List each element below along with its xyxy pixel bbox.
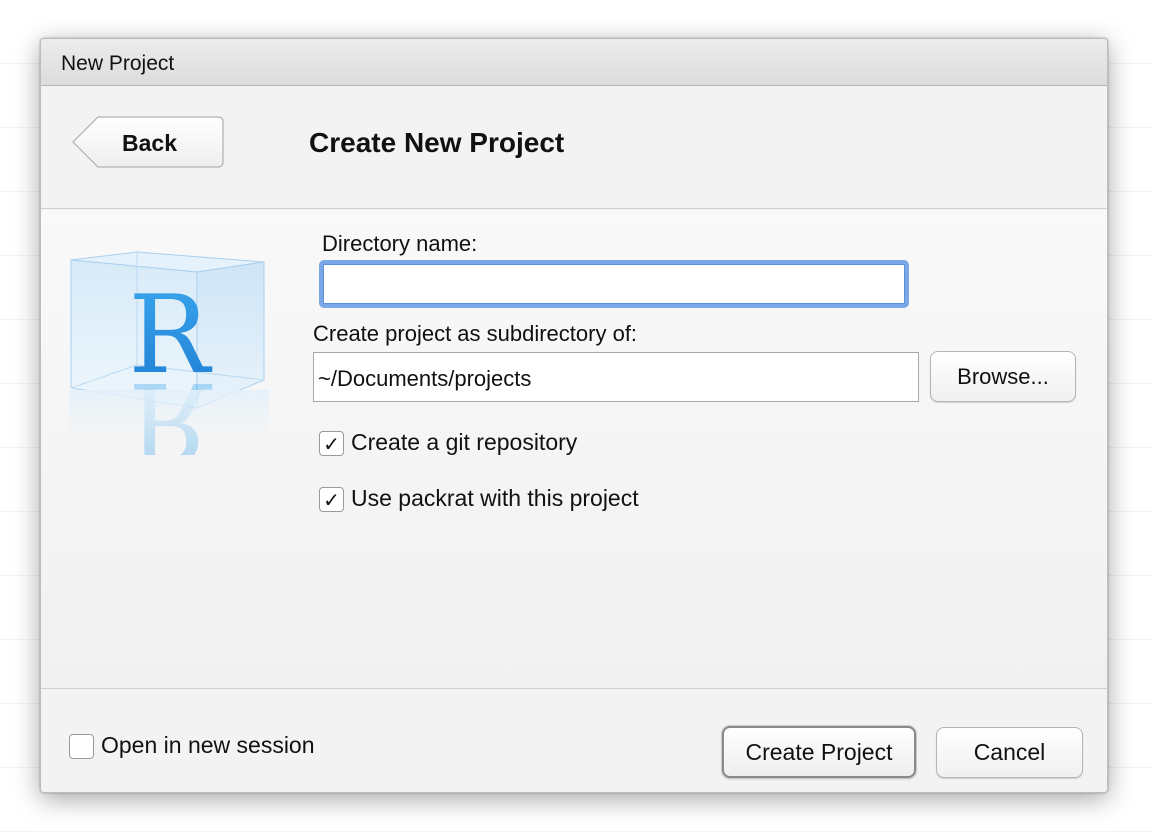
cancel-button[interactable]: Cancel [936, 727, 1083, 778]
dialog-titlebar: New Project [41, 39, 1107, 86]
git-repository-checkbox[interactable]: ✓ [319, 431, 344, 456]
browse-button[interactable]: Browse... [930, 351, 1076, 402]
git-repository-label: Create a git repository [351, 429, 578, 455]
window-title: New Project [61, 52, 175, 75]
new-project-dialog: New Project Back Create New Project R Di… [40, 38, 1108, 793]
packrat-label: Use packrat with this project [351, 485, 639, 511]
subdirectory-path-field[interactable]: ~/Documents/projects [313, 352, 919, 402]
directory-name-label: Directory name: [322, 231, 478, 256]
packrat-option[interactable]: ✓ Use packrat with this project [319, 485, 699, 513]
checkmark-icon: ✓ [323, 432, 340, 456]
page-title: Create New Project [309, 127, 565, 158]
open-new-session-checkbox[interactable] [69, 734, 94, 759]
form-area: R R Directory name: Create project as su… [41, 210, 1107, 688]
git-repository-option[interactable]: ✓ Create a git repository [319, 429, 659, 457]
open-new-session-option[interactable]: Open in new session [69, 732, 369, 760]
dialog-header: Back Create New Project [41, 86, 1107, 209]
r-cube-logo-icon: R R [69, 251, 269, 455]
subdirectory-path-value: ~/Documents/projects [318, 366, 532, 391]
subdirectory-label: Create project as subdirectory of: [313, 321, 638, 346]
checkmark-icon: ✓ [323, 488, 340, 512]
open-new-session-label: Open in new session [101, 732, 315, 758]
directory-name-input[interactable] [319, 260, 909, 308]
create-project-button[interactable]: Create Project [722, 726, 916, 778]
dialog-footer: Open in new session Create Project Cance… [41, 688, 1107, 792]
back-button-label: Back [122, 130, 177, 156]
packrat-checkbox[interactable]: ✓ [319, 487, 344, 512]
back-button[interactable]: Back [72, 116, 224, 168]
